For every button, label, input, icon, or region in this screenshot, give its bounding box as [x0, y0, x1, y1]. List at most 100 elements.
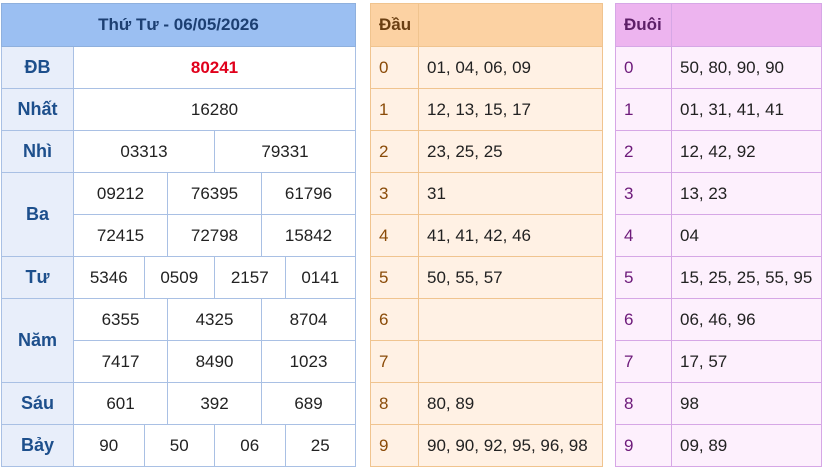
- dau-values: 23, 25, 25: [418, 130, 603, 173]
- prize-number: 06: [214, 424, 286, 467]
- results-title: Thứ Tư - 06/05/2026: [1, 3, 356, 47]
- duoi-row: 2 12, 42, 92: [615, 130, 822, 173]
- prize-number: 1023: [261, 340, 356, 383]
- duoi-values: 01, 31, 41, 41: [671, 88, 822, 131]
- duoi-row: 0 50, 80, 90, 90: [615, 46, 822, 89]
- dau-values: 90, 90, 92, 95, 96, 98: [418, 424, 603, 467]
- duoi-digit: 6: [615, 298, 672, 341]
- duoi-values: 15, 25, 25, 55, 95: [671, 256, 822, 299]
- dau-digit: 0: [370, 46, 419, 89]
- prize-number: 15842: [261, 214, 356, 257]
- dau-values: 41, 41, 42, 46: [418, 214, 603, 257]
- prize-number: 4325: [167, 298, 262, 341]
- dau-digit: 8: [370, 382, 419, 425]
- dau-values: 50, 55, 57: [418, 256, 603, 299]
- results-table: Thứ Tư - 06/05/2026 ĐB 80241 Nhất 16280 …: [1, 3, 356, 467]
- duoi-row: 6 06, 46, 96: [615, 298, 822, 341]
- dau-values: 12, 13, 15, 17: [418, 88, 603, 131]
- prize-number: 5346: [73, 256, 145, 299]
- prize-number: 79331: [214, 130, 356, 173]
- dau-header: Đầu: [370, 3, 419, 47]
- prize-number: 8704: [261, 298, 356, 341]
- prize-number: 2157: [214, 256, 286, 299]
- duoi-digit: 9: [615, 424, 672, 467]
- prize-label-nhat: Nhất: [1, 88, 74, 131]
- duoi-values: 04: [671, 214, 822, 257]
- dau-panel: Đầu 0 01, 04, 06, 09 1 12, 13, 15, 17 2 23, 2…: [370, 3, 603, 467]
- duoi-values: 13, 23: [671, 172, 822, 215]
- duoi-values: 09, 89: [671, 424, 822, 467]
- duoi-row: 4 04: [615, 214, 822, 257]
- duoi-header-blank: [671, 3, 822, 47]
- prize-number: 61796: [261, 172, 356, 215]
- prize-number: 50: [143, 424, 215, 467]
- dau-row: 0 01, 04, 06, 09: [370, 46, 603, 89]
- prize-number: 76395: [167, 172, 262, 215]
- prize-number: 72415: [73, 214, 168, 257]
- duoi-values: 06, 46, 96: [671, 298, 822, 341]
- prize-label-tu: Tư: [1, 256, 74, 299]
- duoi-row: 8 98: [615, 382, 822, 425]
- duoi-digit: 3: [615, 172, 672, 215]
- dau-digit: 2: [370, 130, 419, 173]
- duoi-row: 7 17, 57: [615, 340, 822, 383]
- prize-number: 8490: [167, 340, 262, 383]
- dau-table: Đầu 0 01, 04, 06, 09 1 12, 13, 15, 17 2 23, 2…: [370, 3, 603, 467]
- prize-number: 16280: [73, 88, 356, 131]
- dau-header-blank: [418, 3, 603, 47]
- duoi-row: 5 15, 25, 25, 55, 95: [615, 256, 822, 299]
- dau-row: 3 31: [370, 172, 603, 215]
- duoi-digit: 7: [615, 340, 672, 383]
- dau-values: 01, 04, 06, 09: [418, 46, 603, 89]
- dau-digit: 6: [370, 298, 419, 341]
- prize-number: 0141: [284, 256, 356, 299]
- prize-label-bay: Bảy: [1, 424, 74, 467]
- dau-row: 2 23, 25, 25: [370, 130, 603, 173]
- duoi-digit: 5: [615, 256, 672, 299]
- duoi-digit: 4: [615, 214, 672, 257]
- dau-digit: 4: [370, 214, 419, 257]
- dau-digit: 9: [370, 424, 419, 467]
- prize-number: 09212: [73, 172, 168, 215]
- duoi-values: 17, 57: [671, 340, 822, 383]
- prize-number: 689: [261, 382, 356, 425]
- duoi-row: 1 01, 31, 41, 41: [615, 88, 822, 131]
- dau-row: 5 50, 55, 57: [370, 256, 603, 299]
- prize-number: 0509: [143, 256, 215, 299]
- results-panel: Thứ Tư - 06/05/2026 ĐB 80241 Nhất 16280 …: [1, 3, 356, 467]
- duoi-rows: 0 50, 80, 90, 90 1 01, 31, 41, 41 2 12, 42, 9…: [615, 46, 822, 467]
- duoi-digit: 8: [615, 382, 672, 425]
- prize-number: 6355: [73, 298, 168, 341]
- dau-row: 6: [370, 298, 603, 341]
- prize-label-nam: Năm: [1, 298, 74, 383]
- dau-row: 8 80, 89: [370, 382, 603, 425]
- prize-number: 601: [73, 382, 168, 425]
- duoi-values: 98: [671, 382, 822, 425]
- dau-values: 80, 89: [418, 382, 603, 425]
- duoi-header: Đuôi: [615, 3, 672, 47]
- dau-row: 1 12, 13, 15, 17: [370, 88, 603, 131]
- duoi-digit: 2: [615, 130, 672, 173]
- dau-digit: 3: [370, 172, 419, 215]
- prize-number: 72798: [167, 214, 262, 257]
- duoi-values: 12, 42, 92: [671, 130, 822, 173]
- prize-number: 7417: [73, 340, 168, 383]
- prize-label-sau: Sáu: [1, 382, 74, 425]
- duoi-digit: 0: [615, 46, 672, 89]
- dau-digit: 1: [370, 88, 419, 131]
- dau-row: 4 41, 41, 42, 46: [370, 214, 603, 257]
- dau-values: 31: [418, 172, 603, 215]
- prize-number: 90: [73, 424, 145, 467]
- prize-number: 392: [167, 382, 262, 425]
- duoi-row: 9 09, 89: [615, 424, 822, 467]
- duoi-values: 50, 80, 90, 90: [671, 46, 822, 89]
- dau-values: [418, 340, 603, 383]
- prize-label-nhi: Nhì: [1, 130, 74, 173]
- dau-digit: 7: [370, 340, 419, 383]
- prize-number: 03313: [73, 130, 215, 173]
- prize-label-db: ĐB: [1, 46, 74, 89]
- dau-row: 9 90, 90, 92, 95, 96, 98: [370, 424, 603, 467]
- dau-digit: 5: [370, 256, 419, 299]
- duoi-panel: Đuôi 0 50, 80, 90, 90 1 01, 31, 41, 41 2 12, …: [615, 3, 822, 467]
- duoi-row: 3 13, 23: [615, 172, 822, 215]
